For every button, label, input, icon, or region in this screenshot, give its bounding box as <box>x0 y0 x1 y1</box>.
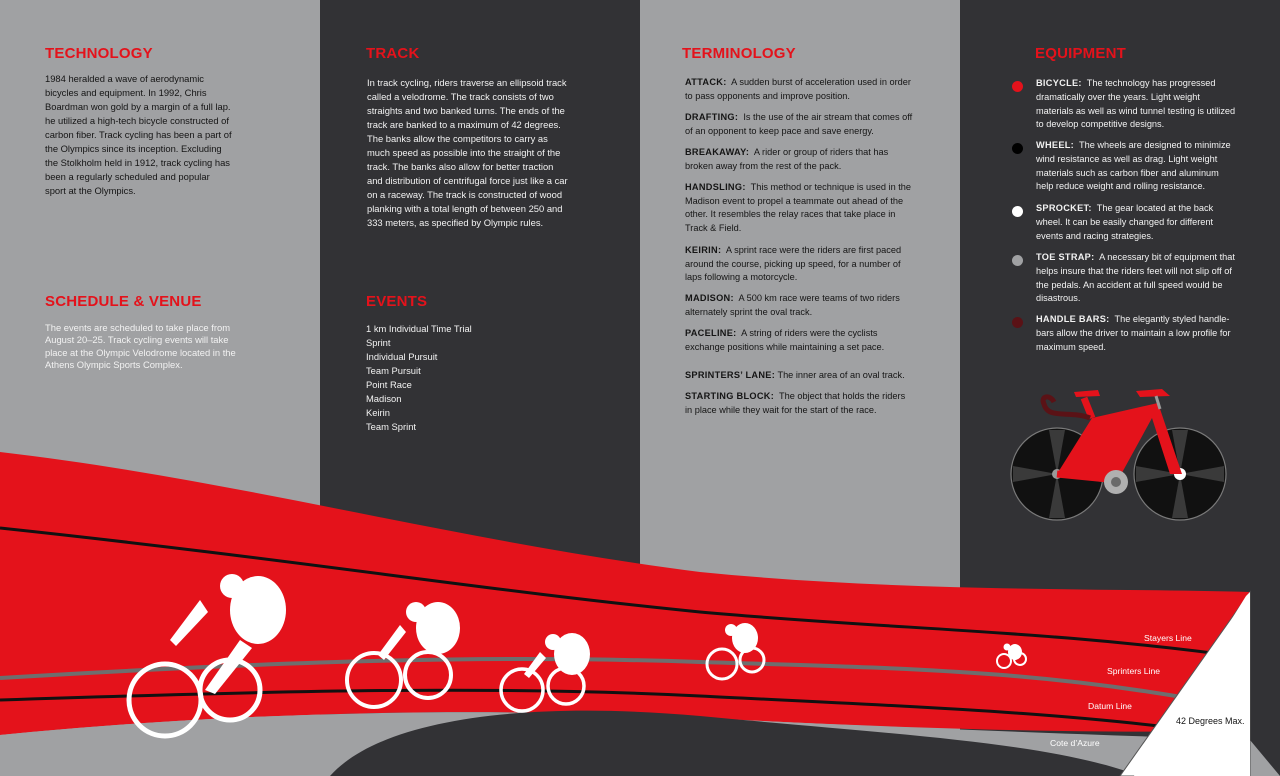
datum-line-label: Datum Line <box>1088 701 1132 711</box>
velodrome-track-graphic <box>0 452 1280 776</box>
bank-angle-label: 42 Degrees Max. <box>1176 716 1245 726</box>
cote-dazure-label: Cote d’Azure <box>1050 738 1100 748</box>
stayers-line-label: Stayers Line <box>1144 633 1192 643</box>
sprinters-line-label: Sprinters Line <box>1107 666 1161 676</box>
